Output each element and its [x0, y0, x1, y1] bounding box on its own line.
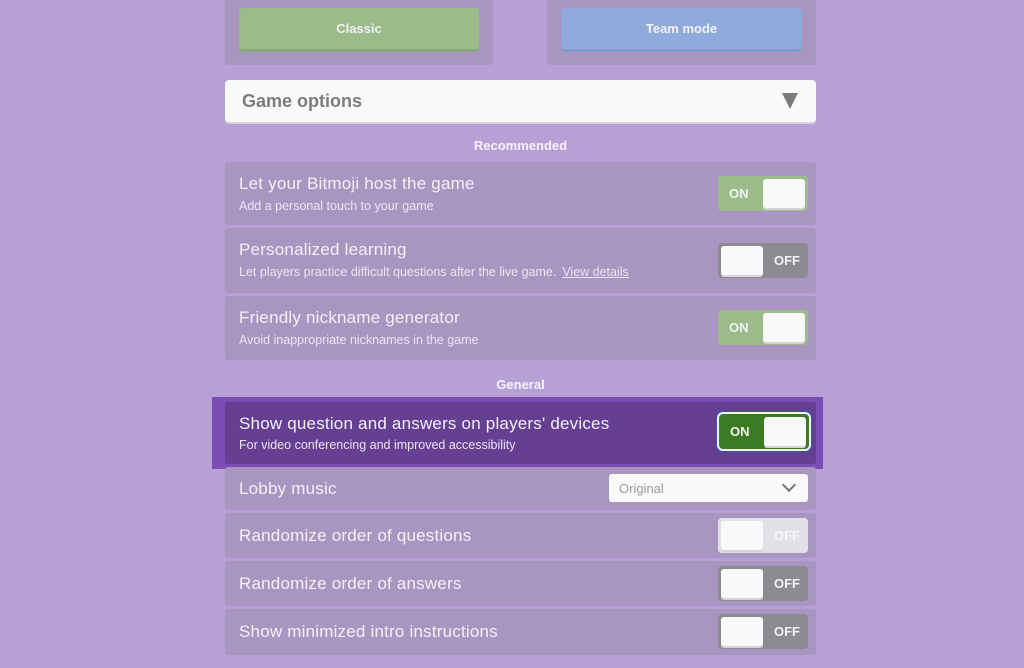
option-description: Add a personal touch to your game [239, 199, 434, 213]
option-label: Personalized learning [239, 240, 407, 259]
option-row-show-on-devices: Show question and answers on players' de… [225, 402, 816, 464]
option-label: Friendly nickname generator [239, 308, 460, 327]
toggle-knob [721, 521, 763, 550]
game-options-title: Game options [242, 90, 363, 111]
toggle-randomize-answers[interactable]: OFF [718, 566, 808, 601]
option-description-text: Let players practice difficult questions… [239, 265, 557, 279]
toggle-state: OFF [774, 624, 800, 639]
team-mode-card: Team mode [547, 0, 816, 65]
triangle-down-icon [782, 93, 798, 109]
option-row-lobby-music: Lobby music Original [225, 467, 816, 510]
option-label: Randomize order of questions [239, 526, 472, 545]
option-label: Randomize order of answers [239, 574, 462, 593]
toggle-state: ON [729, 186, 749, 201]
team-mode-button[interactable]: Team mode [561, 8, 802, 49]
option-description: Avoid inappropriate nicknames in the gam… [239, 333, 479, 347]
classic-mode-card: Classic [225, 0, 493, 65]
toggle-knob [721, 246, 763, 275]
toggle-bitmoji-host[interactable]: ON [718, 176, 808, 211]
game-options-header[interactable]: Game options [225, 80, 816, 122]
option-row-personalized-learning: Personalized learning Let players practi… [225, 228, 816, 293]
section-general: General [496, 377, 545, 392]
option-row-randomize-questions: Randomize order of questions OFF [225, 513, 816, 558]
chevron-down-icon [781, 477, 797, 493]
toggle-state: ON [729, 320, 749, 335]
option-row-minimized-intro: Show minimized intro instructions OFF [225, 609, 816, 655]
view-details-link[interactable]: View details [562, 265, 628, 279]
option-label: Show question and answers on players' de… [239, 414, 610, 433]
option-label: Let your Bitmoji host the game [239, 174, 475, 193]
toggle-state: OFF [774, 576, 800, 591]
lobby-music-value: Original [619, 480, 664, 496]
toggle-knob [721, 617, 763, 646]
toggle-state: OFF [774, 528, 800, 543]
toggle-knob [763, 313, 805, 342]
option-label: Lobby music [239, 479, 337, 498]
toggle-personalized-learning[interactable]: OFF [718, 243, 808, 278]
toggle-minimized-intro[interactable]: OFF [718, 614, 808, 649]
option-row-randomize-answers: Randomize order of answers OFF [225, 561, 816, 606]
section-recommended: Recommended [473, 138, 568, 153]
toggle-knob [721, 569, 763, 598]
option-row-bitmoji: Let your Bitmoji host the game Add a per… [225, 162, 816, 225]
toggle-knob [763, 179, 805, 208]
toggle-nickname-generator[interactable]: ON [718, 310, 808, 345]
toggle-knob [764, 417, 806, 446]
lobby-music-select[interactable]: Original [609, 474, 808, 502]
option-label: Show minimized intro instructions [239, 622, 498, 641]
option-row-nickname-generator: Friendly nickname generator Avoid inappr… [225, 296, 816, 360]
classic-mode-button[interactable]: Classic [239, 8, 479, 49]
toggle-randomize-questions[interactable]: OFF [718, 518, 808, 553]
option-description: For video conferencing and improved acce… [239, 438, 516, 452]
toggle-state: OFF [774, 253, 800, 268]
toggle-show-on-devices[interactable]: ON [717, 412, 811, 451]
toggle-state: ON [730, 424, 750, 439]
option-description: Let players practice difficult questions… [239, 265, 629, 279]
